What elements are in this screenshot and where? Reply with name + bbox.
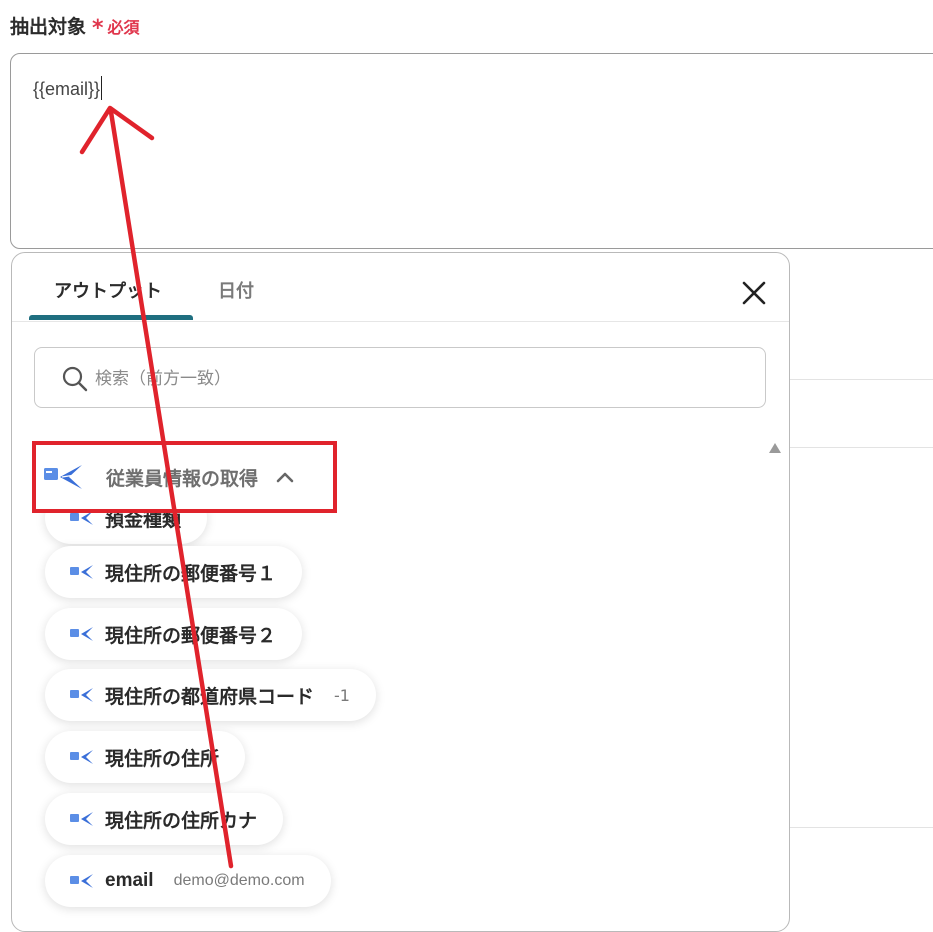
bird-app-icon — [70, 750, 93, 764]
required-text: 必須 — [107, 17, 140, 37]
bird-app-icon — [70, 812, 93, 826]
bird-app-icon — [70, 565, 93, 579]
list-item[interactable]: 現住所の住所カナ — [45, 793, 284, 845]
required-star: * — [92, 15, 104, 41]
bird-app-icon — [44, 465, 83, 489]
tab-date[interactable]: 日付 — [218, 277, 254, 303]
scroll-up-arrow-icon[interactable] — [769, 443, 781, 453]
extract-target-textarea[interactable]: {{email}} — [10, 53, 933, 249]
textarea-value: {{email}} — [33, 76, 103, 102]
item-label: 現住所の都道府県コード — [105, 685, 315, 708]
close-icon[interactable] — [738, 277, 770, 309]
item-value: -1 — [334, 685, 350, 705]
list-item[interactable]: 現住所の郵便番号１ — [45, 546, 303, 598]
item-value: demo@demo.com — [173, 872, 305, 889]
group-header-employee-info[interactable]: 従業員情報の取得 — [32, 441, 337, 513]
background-divider — [790, 827, 933, 828]
tab-output[interactable]: アウトプット — [54, 277, 162, 303]
list-item[interactable]: email demo@demo.com — [45, 855, 331, 907]
background-divider — [790, 379, 933, 380]
field-label: 抽出対象 * 必須 — [10, 12, 140, 39]
text-caret — [101, 76, 103, 100]
active-tab-indicator — [29, 315, 193, 320]
list-item[interactable]: 現住所の都道府県コード -1 — [45, 669, 376, 721]
group-title: 従業員情報の取得 — [106, 467, 259, 490]
bird-app-icon — [70, 874, 93, 888]
item-label: 現住所の住所 — [105, 747, 220, 770]
background-divider — [790, 447, 933, 448]
search-box[interactable] — [34, 347, 766, 409]
tab-bar: アウトプット 日付 — [12, 253, 789, 322]
search-icon — [62, 366, 88, 392]
search-input[interactable] — [93, 348, 737, 409]
item-label: 現住所の郵便番号２ — [105, 624, 277, 647]
bird-app-icon — [70, 627, 93, 641]
list-item[interactable]: 現住所の住所 — [45, 731, 246, 783]
bird-app-icon — [70, 688, 93, 702]
field-label-text: 抽出対象 — [10, 16, 87, 38]
chevron-up-icon[interactable] — [274, 466, 296, 488]
variable-picker-popup: アウトプット 日付 預金種類 現住所の郵便番号１ 現住所の郵便番号２ 現住所の都… — [11, 252, 790, 932]
list-item[interactable]: 現住所の郵便番号２ — [45, 608, 303, 660]
item-label: 現住所の郵便番号１ — [105, 562, 277, 585]
item-label: 現住所の住所カナ — [105, 809, 258, 832]
item-label: email — [105, 870, 154, 891]
